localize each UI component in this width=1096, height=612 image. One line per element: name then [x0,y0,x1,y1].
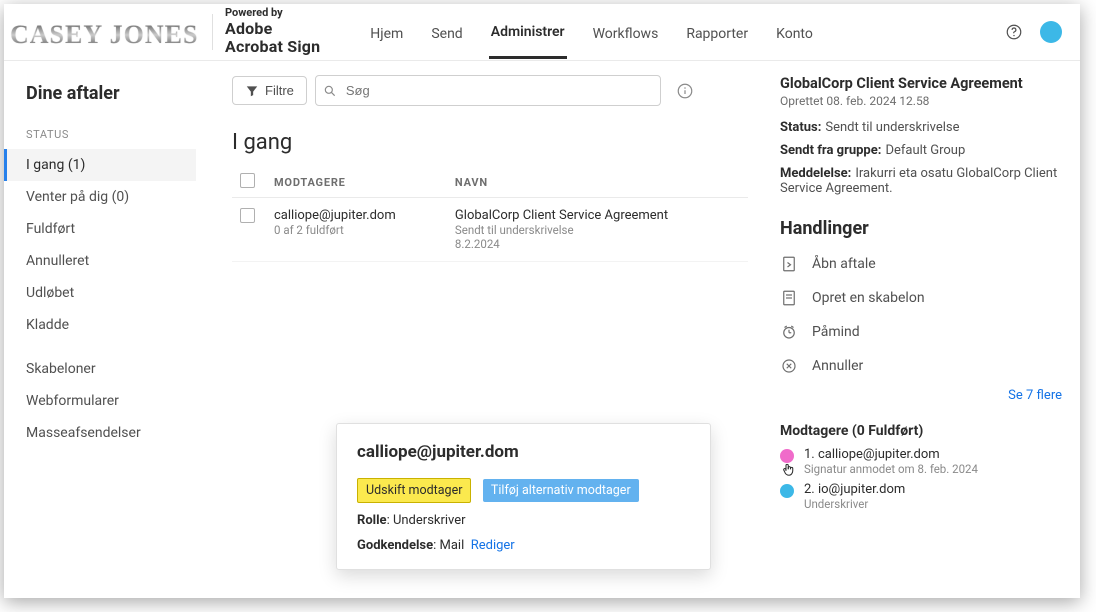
recip2-name: io@jupiter.dom [818,482,905,497]
search-input[interactable] [315,75,661,106]
nav-account[interactable]: Konto [774,7,815,58]
agreement-title: GlobalCorp Client Service Agreement [780,75,1062,92]
sidebar-item-cancelled[interactable]: Annulleret [4,245,196,277]
sidebar-item-expired[interactable]: Udløbet [4,277,196,309]
action-template-label: Opret en skabelon [812,290,925,306]
recipient-popover: calliope@jupiter.dom Udskift modtager Ti… [336,423,711,570]
popover-edit-link[interactable]: Rediger [471,538,515,553]
nav-send[interactable]: Send [429,7,464,58]
sidebar-item-inprogress[interactable]: I gang (1) [4,149,196,181]
agreement-table: MODTAGERE NAVN calliope@jupiter.dom 0 af… [232,167,748,262]
nav-reports[interactable]: Rapporter [684,7,750,58]
filter-label: Filtre [265,83,294,98]
nav-workflows[interactable]: Workflows [591,7,661,58]
popover-role-k: Rolle [357,513,387,528]
row-recipient: calliope@jupiter.dom [274,208,439,223]
avatar[interactable] [1040,21,1062,43]
replace-recipient-button[interactable]: Udskift modtager [357,478,471,503]
nav-manage[interactable]: Administrer [489,5,567,59]
group-v: Default Group [885,143,965,158]
agreement-created: Oprettet 08. feb. 2024 12.58 [780,94,1062,108]
popover-auth-k: Godkendelse [357,538,433,553]
action-cancel[interactable]: Annuller [780,349,1062,383]
sidebar: Dine aftaler STATUS I gang (1) Venter på… [4,61,204,598]
action-open-label: Åbn aftale [812,256,876,272]
message-k: Meddelelse: [780,166,851,181]
help-icon[interactable] [1004,22,1024,42]
status-k: Status: [780,120,821,135]
action-open[interactable]: Åbn aftale [780,247,1062,281]
sidebar-item-completed[interactable]: Fuldført [4,213,196,245]
filter-button[interactable]: Filtre [232,76,307,105]
sidebar-item-templates[interactable]: Skabeloner [4,353,196,385]
recip1-num: 1. [804,447,815,462]
status-v: Sendt til underskrivelse [825,120,959,135]
funnel-icon [245,84,259,98]
info-icon[interactable] [675,81,695,101]
actions-heading: Handlinger [780,218,1062,239]
add-alternate-button[interactable]: Tilføj alternativ modtager [483,479,639,502]
watermark: CASEY JONES [10,20,198,50]
sidebar-item-bulk[interactable]: Masseafsendelser [4,417,196,449]
details-pane: GlobalCorp Client Service Agreement Opre… [758,61,1080,598]
cursor-hand-icon [780,461,798,479]
clock-icon [780,323,798,341]
close-circle-icon [780,357,798,375]
recip1-name: calliope@jupiter.dom [818,447,940,462]
col-recipients[interactable]: MODTAGERE [266,167,447,198]
recip2-num: 2. [804,482,815,497]
sidebar-item-draft[interactable]: Kladde [4,309,196,341]
action-template[interactable]: Opret en skabelon [780,281,1062,315]
popover-auth-v: Mail [440,538,465,553]
nav-home[interactable]: Hjem [368,7,405,58]
row-name-sub2: 8.2.2024 [455,237,740,251]
action-remind-label: Påmind [812,324,860,340]
recip1-sub: Signatur anmodet om 8. feb. 2024 [804,462,978,476]
recipient-row[interactable]: 2. io@jupiter.dom Underskriver [780,482,1062,511]
sidebar-status-label: STATUS [4,128,196,149]
row-name: GlobalCorp Client Service Agreement [455,208,740,223]
brand-line2: Acrobat Sign [225,38,320,56]
see-more-link[interactable]: Se 7 flere [1008,388,1062,403]
select-all-checkbox[interactable] [240,173,255,188]
main-nav: Hjem Send Administrer Workflows Rapporte… [368,5,815,59]
group-k: Sendt fra gruppe: [780,143,881,158]
section-title: I gang [232,130,748,155]
recipient-dot-icon [780,484,794,498]
sidebar-item-webforms[interactable]: Webformularer [4,385,196,417]
page-title: Dine aftaler [4,79,196,104]
recipients-heading: Modtagere (0 Fuldført) [780,423,1062,439]
brand: Powered by Adobe Acrobat Sign [212,7,320,56]
document-icon [780,289,798,307]
brand-line1: Adobe [225,20,320,38]
row-recipient-sub: 0 af 2 fuldført [274,223,439,237]
popover-title: calliope@jupiter.dom [357,442,690,462]
popover-role-v: Underskriver [393,513,466,528]
search-wrap [315,75,661,106]
col-name[interactable]: NAVN [447,167,748,198]
sidebar-item-waiting[interactable]: Venter på dig (0) [4,181,196,213]
table-row[interactable]: calliope@jupiter.dom 0 af 2 fuldført Glo… [232,198,748,262]
row-checkbox[interactable] [240,208,255,223]
center: Filtre I gang MODTAGERE [204,61,758,598]
recipient-row[interactable]: 1. calliope@jupiter.dom Signatur anmodet… [780,447,1062,476]
recip2-sub: Underskriver [804,497,905,511]
row-name-sub1: Sendt til underskrivelse [455,223,740,237]
file-arrow-icon [780,255,798,273]
action-remind[interactable]: Påmind [780,315,1062,349]
search-icon [323,84,337,98]
action-cancel-label: Annuller [812,358,863,374]
